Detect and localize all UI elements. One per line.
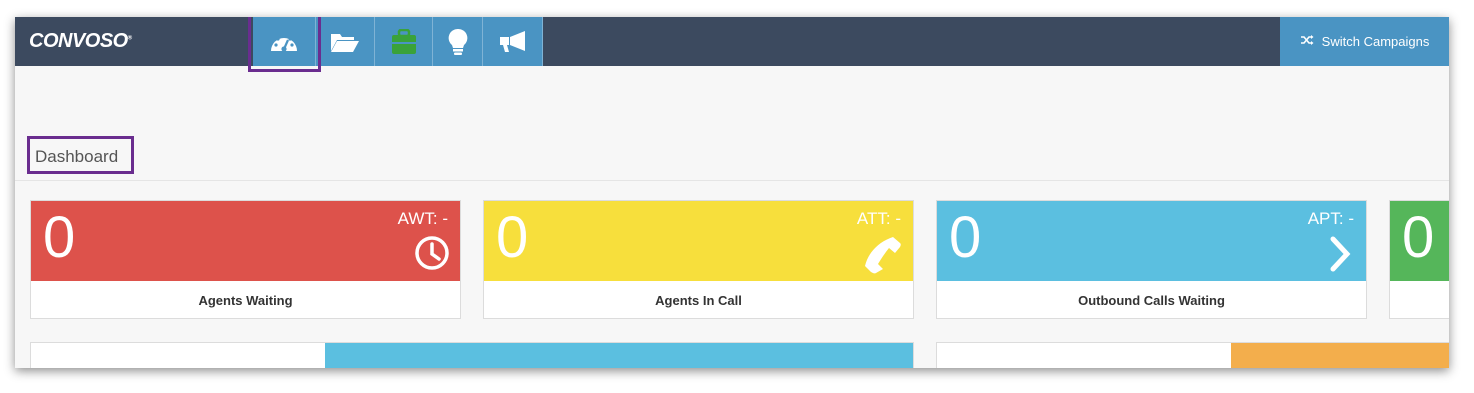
stat-metric: AWT: -	[397, 209, 448, 228]
panel-right-header-orange	[1231, 343, 1449, 368]
stat-card-header: 0	[1390, 201, 1449, 281]
stat-card-header: 0 ATT: -	[484, 201, 913, 281]
shuffle-icon	[1300, 34, 1314, 49]
nav-ideas-button[interactable]	[433, 17, 483, 66]
top-navbar: CONVOSO® Switch Campaigns	[15, 17, 1449, 66]
stat-card-header: 0 AWT: -	[31, 201, 460, 281]
header-divider	[15, 180, 1449, 181]
stat-value: 0	[949, 205, 982, 270]
stat-metric: ATT: -	[856, 209, 901, 228]
lightbulb-icon	[447, 28, 469, 56]
stat-metric: APT: -	[1307, 209, 1354, 228]
stat-value: 0	[43, 205, 76, 270]
panel-left	[30, 342, 914, 368]
stat-label	[1390, 281, 1449, 319]
stat-label: Agents In Call	[655, 292, 742, 308]
logo-registered-mark: ®	[127, 35, 132, 42]
dashboard-icon-highlight	[248, 17, 321, 72]
stat-card-header: 0 APT: -	[937, 201, 1366, 281]
app-window: CONVOSO® Switch Campaigns Dashboard 0 AW…	[15, 17, 1449, 368]
stat-card-agents-waiting[interactable]: 0 AWT: - Agents Waiting	[30, 200, 461, 319]
stat-label: Agents Waiting	[198, 292, 293, 308]
stat-card-partial[interactable]: 0	[1389, 200, 1449, 319]
panel-left-header-blue	[325, 343, 913, 368]
convoso-logo[interactable]: CONVOSO®	[29, 30, 132, 53]
nav-files-button[interactable]	[316, 17, 375, 66]
phone-icon	[863, 235, 903, 280]
stat-card-outbound-calls-waiting[interactable]: 0 APT: - Outbound Calls Waiting	[936, 200, 1367, 319]
switch-campaigns-label: Switch Campaigns	[1321, 34, 1430, 49]
stat-value: 0	[496, 205, 529, 270]
megaphone-icon	[498, 30, 528, 54]
dashboard-title-highlight	[27, 136, 134, 174]
stat-label: Outbound Calls Waiting	[1078, 292, 1225, 308]
stat-card-agents-in-call[interactable]: 0 ATT: - Agents In Call	[483, 200, 914, 319]
chevron-right-icon	[1328, 235, 1354, 278]
panel-right	[936, 342, 1449, 368]
stat-value: 0	[1402, 205, 1435, 270]
briefcase-icon	[390, 28, 418, 55]
nav-announcements-button[interactable]	[483, 17, 543, 66]
logo-text: CONVOSO	[29, 30, 128, 52]
clock-icon	[414, 235, 450, 276]
nav-briefcase-button[interactable]	[375, 17, 433, 66]
switch-campaigns-button[interactable]: Switch Campaigns	[1280, 17, 1449, 66]
folder-open-icon	[330, 31, 360, 53]
